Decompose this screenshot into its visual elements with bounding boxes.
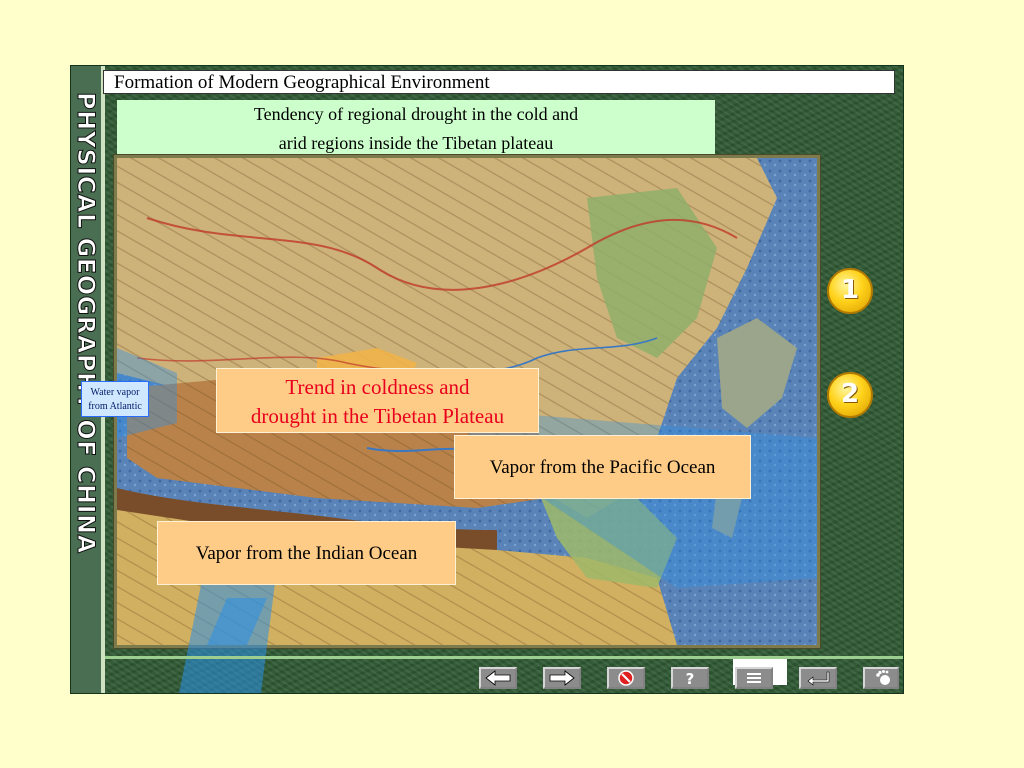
pacific-vapor-callout: Vapor from the Pacific Ocean <box>454 435 751 499</box>
indian-vapor-callout: Vapor from the Indian Ocean <box>157 521 456 585</box>
back-arrow-icon <box>485 670 511 686</box>
atlantic-label-line-1: Water vapor <box>90 387 140 398</box>
atlantic-label-line-2: from Atlantic <box>88 401 142 412</box>
return-icon <box>807 671 830 686</box>
tibet-trend-callout: Trend in coldness and drought in the Tib… <box>216 368 539 433</box>
return-button[interactable] <box>799 667 837 689</box>
spine-title: PHYSICAL GEOGRAPHY OF CHINA <box>71 66 101 693</box>
forward-button[interactable] <box>543 667 581 689</box>
help-button[interactable]: ? <box>671 667 709 689</box>
slide-subtitle: Tendency of regional drought in the cold… <box>117 100 715 157</box>
exit-icon <box>618 670 634 686</box>
page-title: Formation of Modern Geographical Environ… <box>114 72 490 93</box>
slide-frame: PHYSICAL GEOGRAPHY OF CHINA Formation of… <box>70 65 904 694</box>
tibet-callout-line-2: drought in the Tibetan Plateau <box>250 404 505 428</box>
atlantic-vapor-label: Water vapor from Atlantic <box>81 381 149 417</box>
tibet-callout-line-1: Trend in coldness and <box>285 375 470 399</box>
number-button-1[interactable]: 1 <box>827 268 873 314</box>
help-icon: ? <box>686 670 695 687</box>
menu-icon <box>747 673 761 683</box>
footprint-icon <box>876 670 890 685</box>
subtitle-line-1: Tendency of regional drought in the cold… <box>253 104 579 124</box>
header-bar: Formation of Modern Geographical Environ… <box>103 70 895 94</box>
menu-button[interactable] <box>735 667 773 689</box>
back-button[interactable] <box>479 667 517 689</box>
spine-title-text: PHYSICAL GEOGRAPHY OF CHINA <box>72 92 101 555</box>
help-glyph: ? <box>686 670 695 687</box>
footprint-button[interactable] <box>863 667 899 689</box>
exit-button[interactable] <box>607 667 645 689</box>
number-button-2[interactable]: 2 <box>827 372 873 418</box>
forward-arrow-icon <box>549 670 575 686</box>
spine-divider <box>101 66 105 693</box>
